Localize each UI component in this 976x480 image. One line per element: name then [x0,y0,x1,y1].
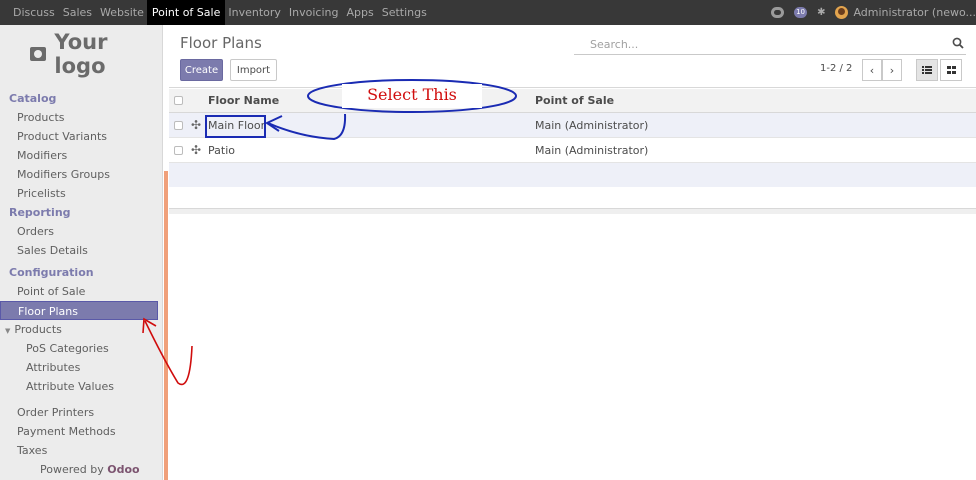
create-button[interactable]: Create [180,59,223,81]
sidebar-item-pos-categories[interactable]: PoS Categories [0,339,163,358]
sidebar-item-attribute-values[interactable]: Attribute Values [0,377,163,396]
menu-inventory[interactable]: Inventory [228,0,281,25]
chevron-right-icon: › [889,63,895,77]
company-logo: Your logo [30,30,162,78]
menu-settings[interactable]: Settings [382,0,427,25]
sidebar: Your logo Catalog Products Product Varia… [0,25,163,480]
odoo-link[interactable]: Odoo [107,463,139,476]
sidebar-folder-products[interactable]: ▼ Products [0,320,163,339]
activity-icon[interactable]: 10 [794,7,808,18]
menu-point-of-sale[interactable]: Point of Sale [146,0,226,25]
sidebar-item-orders[interactable]: Orders [0,222,163,241]
section-configuration: Configuration [9,266,94,279]
search-bar [574,35,966,55]
column-point-of-sale[interactable]: Point of Sale [535,94,614,107]
empty-row [169,163,976,187]
avatar[interactable] [835,6,849,19]
sidebar-item-products[interactable]: Products [0,108,163,127]
section-reporting: Reporting [9,206,71,219]
list-icon [922,66,932,74]
import-button[interactable]: Import [230,59,277,81]
list-view-button[interactable] [916,59,938,81]
sidebar-item-payment-methods[interactable]: Payment Methods [0,422,163,441]
sidebar-folder-label: Products [14,323,62,336]
page-title: Floor Plans [180,34,262,52]
chevron-left-icon: ‹ [869,63,875,77]
list-header: Floor Name Point of Sale [169,89,976,113]
kanban-icon [946,66,956,74]
search-input[interactable] [574,35,944,53]
control-panel: Floor Plans Create Import 1-2 / 2 ‹ › [169,25,976,88]
row-checkbox[interactable] [174,120,183,130]
powered-by: Powered by Odoo [40,463,140,476]
bug-icon[interactable]: ✱ [817,7,825,18]
floor-list: Floor Name Point of Sale ✣ Main Floor Ma… [169,89,976,187]
cell-point-of-sale[interactable]: Main (Administrator) [535,119,648,132]
pager-previous-button[interactable]: ‹ [862,59,882,81]
sidebar-item-product-variants[interactable]: Product Variants [0,127,163,146]
powered-prefix: Powered by [40,463,104,476]
sidebar-scrollbar[interactable] [164,171,168,480]
highlight-box [205,115,266,138]
top-navbar: Discuss Sales Website Point of Sale Inve… [0,0,976,25]
sidebar-item-attributes[interactable]: Attributes [0,358,163,377]
sidebar-item-sales-details[interactable]: Sales Details [0,241,163,260]
row-checkbox[interactable] [174,145,183,155]
user-menu[interactable]: Administrator (newo... [853,6,976,19]
column-floor-name[interactable]: Floor Name [208,94,279,107]
sidebar-item-modifiers[interactable]: Modifiers [0,146,163,165]
camera-icon [30,47,47,61]
list-footer [169,208,976,214]
search-icon[interactable] [952,37,964,49]
logo-text: Your logo [54,30,108,78]
table-row[interactable]: ✣ Patio Main (Administrator) [169,138,976,163]
select-all-checkbox[interactable] [174,96,183,105]
cell-floor-name[interactable]: Patio [208,144,235,157]
section-catalog: Catalog [9,92,57,105]
app-menu: Discuss Sales Website Point of Sale Inve… [0,0,435,25]
sidebar-item-pricelists[interactable]: Pricelists [0,184,163,203]
sidebar-nav: Catalog Products Product Variants Modifi… [0,89,163,460]
menu-apps[interactable]: Apps [346,0,373,25]
sidebar-item-floor-plans[interactable]: Floor Plans [0,301,158,320]
menu-discuss[interactable]: Discuss [13,0,55,25]
drag-handle-icon[interactable]: ✣ [191,118,201,132]
cell-point-of-sale[interactable]: Main (Administrator) [535,144,648,157]
pager-value[interactable]: 1-2 / 2 [820,63,852,74]
drag-handle-icon[interactable]: ✣ [191,143,201,157]
annotation-label: Select This [342,84,482,108]
pager-next-button[interactable]: › [882,59,902,81]
caret-down-icon: ▼ [5,327,11,335]
sidebar-item-taxes[interactable]: Taxes [0,441,163,460]
menu-website[interactable]: Website [100,0,144,25]
sidebar-item-order-printers[interactable]: Order Printers [0,403,163,422]
menu-sales[interactable]: Sales [63,0,92,25]
table-row[interactable]: ✣ Main Floor Main (Administrator) [169,113,976,138]
sidebar-item-modifiers-groups[interactable]: Modifiers Groups [0,165,163,184]
systray: 10 ✱ Administrator (newo... [771,0,976,25]
chat-icon[interactable] [771,7,785,18]
menu-invoicing[interactable]: Invoicing [289,0,339,25]
sidebar-item-point-of-sale[interactable]: Point of Sale [0,282,163,301]
kanban-view-button[interactable] [940,59,962,81]
